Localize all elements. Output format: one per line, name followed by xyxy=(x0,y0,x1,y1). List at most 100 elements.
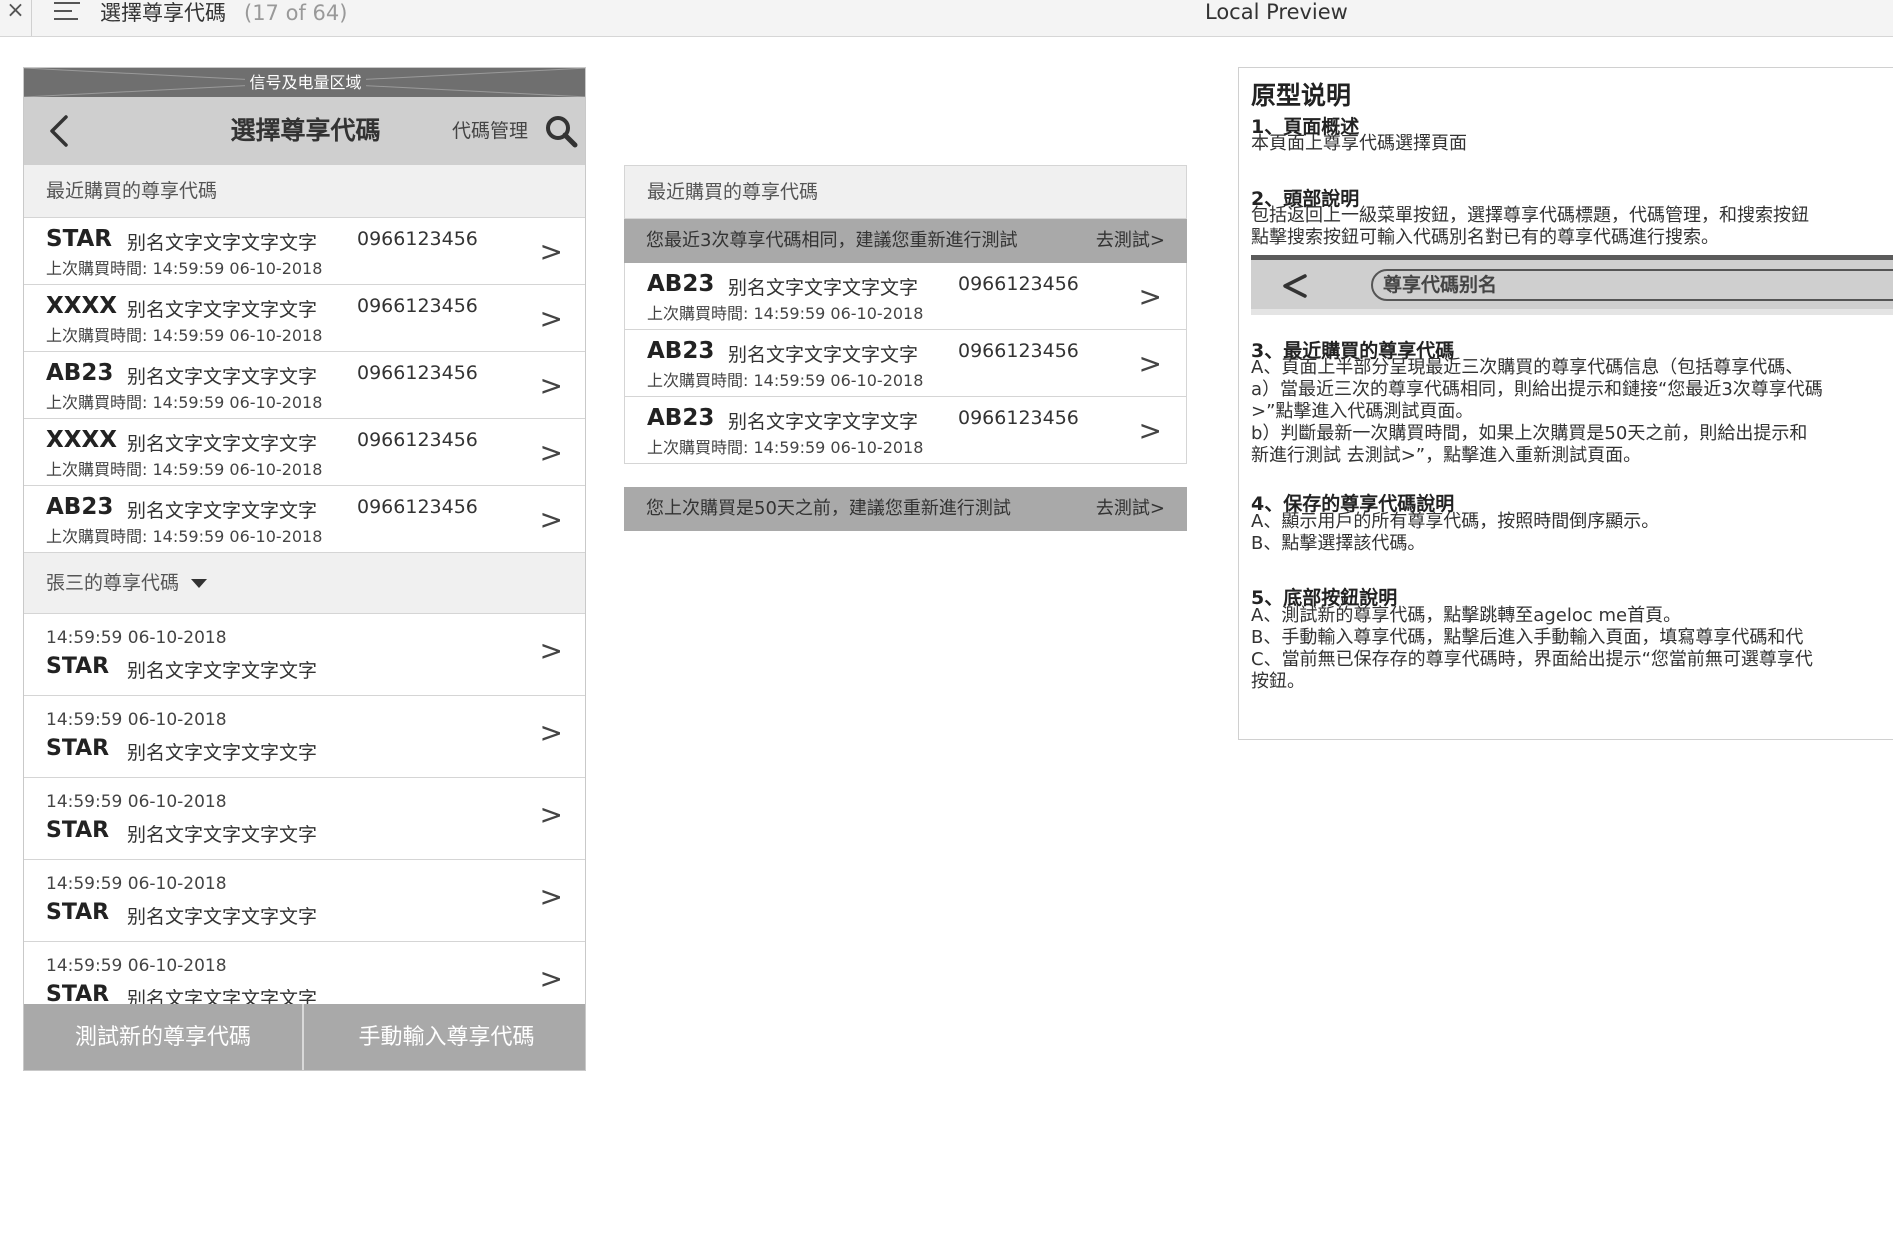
recent-codes-section-header: 最近購買的尊享代碼 xyxy=(624,165,1187,219)
recent-code-row[interactable]: AB23 别名文字文字文字文字 0966123456 上次購買時間: 14:59… xyxy=(624,330,1187,397)
preview-title: Local Preview xyxy=(1205,0,1348,24)
code-label: XXXX xyxy=(46,293,117,319)
chevron-right-icon: > xyxy=(1138,347,1162,380)
code-label: STAR xyxy=(46,736,110,761)
code-alias: 别名文字文字文字文字 xyxy=(127,433,318,455)
phone-number: 0966123456 xyxy=(357,362,478,384)
recent-code-row[interactable]: AB23 别名文字文字文字文字 0966123456 上次購買時間: 14:59… xyxy=(24,486,585,553)
last-purchase-time: 上次購買時間: 14:59:59 06-10-2018 xyxy=(46,393,323,412)
saved-timestamp: 14:59:59 06-10-2018 xyxy=(46,710,227,730)
code-alias: 别名文字文字文字文字 xyxy=(127,824,318,846)
phone-number: 0966123456 xyxy=(357,429,478,451)
code-label: STAR xyxy=(46,226,112,252)
saved-timestamp: 14:59:59 06-10-2018 xyxy=(46,956,227,976)
code-management-link[interactable]: 代碼管理 xyxy=(452,97,528,165)
notes-line: A、顯示用戶的所有尊享代碼，按照時間倒序顯示。 xyxy=(1251,511,1660,532)
code-alias: 别名文字文字文字文字 xyxy=(127,366,318,388)
chevron-right-icon: > xyxy=(539,503,563,536)
manual-input-code-button[interactable]: 手動輸入尊享代碼 xyxy=(306,1004,585,1070)
code-label: XXXX xyxy=(46,427,117,453)
back-arrow-icon xyxy=(1283,274,1307,298)
code-label: AB23 xyxy=(46,494,114,520)
last-purchase-time: 上次購買時間: 14:59:59 06-10-2018 xyxy=(46,460,323,479)
last-purchase-time: 上次購買時間: 14:59:59 06-10-2018 xyxy=(46,259,323,278)
search-icon[interactable] xyxy=(544,114,578,148)
recent-code-row[interactable]: XXXX 别名文字文字文字文字 0966123456 上次購買時間: 14:59… xyxy=(24,419,585,486)
caret-down-icon xyxy=(191,579,208,588)
chevron-right-icon: > xyxy=(539,436,563,469)
notes-line: 包括返回上一級菜單按鈕，選擇尊享代碼標題，代碼管理，和搜索按鈕 xyxy=(1251,205,1809,226)
code-alias: 别名文字文字文字文字 xyxy=(127,500,318,522)
recent-code-row[interactable]: XXXX 别名文字文字文字文字 0966123456 上次購買時間: 14:59… xyxy=(24,285,585,352)
search-header-mockup: 尊享代碼别名 xyxy=(1251,255,1893,315)
search-field-mockup: 尊享代碼别名 xyxy=(1371,269,1893,301)
recent-code-row[interactable]: AB23 别名文字文字文字文字 0966123456 上次購買時間: 14:59… xyxy=(24,352,585,419)
chevron-right-icon: > xyxy=(539,716,563,749)
code-label: AB23 xyxy=(647,271,715,297)
phone-number: 0966123456 xyxy=(357,295,478,317)
chevron-right-icon: > xyxy=(539,880,563,913)
alert-text: 您最近3次尊享代碼相同，建議您重新進行測試 xyxy=(646,230,1018,251)
phone-number: 0966123456 xyxy=(958,273,1079,295)
code-alias: 别名文字文字文字文字 xyxy=(728,344,919,366)
alert-text: 您上次購買是50天之前，建議您重新進行測試 xyxy=(646,498,1011,519)
code-label: STAR xyxy=(46,654,110,679)
status-bar-placeholder: 信号及电量区域 xyxy=(24,68,585,97)
code-alias: 别名文字文字文字文字 xyxy=(728,277,919,299)
chevron-right-icon: > xyxy=(539,634,563,667)
prototype-notes-panel: 原型说明 1、頁面概述 本頁面上尊享代碼選擇頁面 2、頭部說明 包括返回上一級菜… xyxy=(1238,67,1893,740)
notes-line: B、點擊選擇該代碼。 xyxy=(1251,533,1426,554)
same-code-alert: 您最近3次尊享代碼相同，建議您重新進行測試 去測試> xyxy=(624,219,1187,263)
status-bar-label: 信号及电量区域 xyxy=(245,73,366,92)
notes-line: A、頁面上半部分呈現最近三次購買的尊享代碼信息（包括尊享代碼、 xyxy=(1251,357,1804,378)
test-new-code-button[interactable]: 測試新的尊享代碼 xyxy=(24,1004,304,1070)
fifty-days-alert: 您上次購買是50天之前，建議您重新進行測試 去測試> xyxy=(624,487,1187,531)
notes-line: a）當最近三次的尊享代碼相同，則給出提示和鏈接“您最近3次尊享代碼 xyxy=(1251,379,1823,400)
phone-header: 選擇尊享代碼 代碼管理 xyxy=(24,97,585,165)
code-alias: 别名文字文字文字文字 xyxy=(127,906,318,928)
recent-codes-section-header: 最近購買的尊享代碼 xyxy=(24,165,585,218)
phone-number: 0966123456 xyxy=(357,496,478,518)
notes-title: 原型说明 xyxy=(1251,81,1352,110)
saved-timestamp: 14:59:59 06-10-2018 xyxy=(46,628,227,648)
code-alias: 别名文字文字文字文字 xyxy=(728,411,919,433)
last-purchase-time: 上次購買時間: 14:59:59 06-10-2018 xyxy=(647,438,924,457)
phone-number: 0966123456 xyxy=(958,340,1079,362)
close-icon[interactable]: × xyxy=(0,0,32,36)
saved-timestamp: 14:59:59 06-10-2018 xyxy=(46,874,227,894)
saved-code-row[interactable]: 14:59:59 06-10-2018 STAR 别名文字文字文字文字 > xyxy=(24,860,585,942)
code-label: AB23 xyxy=(647,405,715,431)
saved-code-row[interactable]: 14:59:59 06-10-2018 STAR 别名文字文字文字文字 > xyxy=(24,696,585,778)
code-alias: 别名文字文字文字文字 xyxy=(127,299,318,321)
chevron-right-icon: > xyxy=(539,235,563,268)
hamburger-menu-icon[interactable] xyxy=(54,2,80,26)
saved-codes-label: 張三的尊享代碼 xyxy=(46,572,180,594)
last-purchase-time: 上次購買時間: 14:59:59 06-10-2018 xyxy=(46,527,323,546)
bottom-button-bar: 測試新的尊享代碼 手動輸入尊享代碼 xyxy=(24,1004,585,1070)
chevron-right-icon: > xyxy=(539,798,563,831)
notes-line: b）判斷最新一次購買時間，如果上次購買是50天之前，則給出提示和 xyxy=(1251,423,1808,444)
saved-code-row[interactable]: 14:59:59 06-10-2018 STAR 别名文字文字文字文字 > xyxy=(24,778,585,860)
recent-code-row[interactable]: STAR 别名文字文字文字文字 0966123456 上次購買時間: 14:59… xyxy=(24,218,585,285)
saved-codes-section-header[interactable]: 張三的尊享代碼 xyxy=(24,553,585,614)
code-alias: 别名文字文字文字文字 xyxy=(127,660,318,682)
saved-code-row[interactable]: 14:59:59 06-10-2018 STAR 别名文字文字文字文字 > xyxy=(24,614,585,696)
last-purchase-time: 上次購買時間: 14:59:59 06-10-2018 xyxy=(647,371,924,390)
chevron-right-icon: > xyxy=(539,962,563,995)
notes-line: 新進行測試 去測試>”，點擊進入重新測試頁面。 xyxy=(1251,445,1642,466)
chevron-right-icon: > xyxy=(539,369,563,402)
chevron-right-icon: > xyxy=(1138,414,1162,447)
last-purchase-time: 上次購買時間: 14:59:59 06-10-2018 xyxy=(647,304,924,323)
go-test-link[interactable]: 去測試> xyxy=(1096,219,1165,263)
window-titlebar: × 選擇尊享代碼 (17 of 64) Local Preview xyxy=(0,0,1893,37)
recent-code-row[interactable]: AB23 别名文字文字文字文字 0966123456 上次購買時間: 14:59… xyxy=(624,263,1187,330)
notes-line: B、手動輸入尊享代碼，點擊后進入手動輸入頁面，填寫尊享代碼和代 xyxy=(1251,627,1804,648)
last-purchase-time: 上次購買時間: 14:59:59 06-10-2018 xyxy=(46,326,323,345)
code-label: AB23 xyxy=(46,360,114,386)
recent-code-row[interactable]: AB23 别名文字文字文字文字 0966123456 上次購買時間: 14:59… xyxy=(624,397,1187,464)
phone-mockup: 信号及电量区域 選擇尊享代碼 代碼管理 最近購買的尊享代碼 STAR 别名文字文… xyxy=(23,67,586,1071)
go-test-link[interactable]: 去測試> xyxy=(1096,487,1165,531)
saved-timestamp: 14:59:59 06-10-2018 xyxy=(46,792,227,812)
phone-number: 0966123456 xyxy=(357,228,478,250)
notes-line: 點擊搜索按鈕可輸入代碼別名對已有的尊享代碼進行搜索。 xyxy=(1251,227,1719,248)
